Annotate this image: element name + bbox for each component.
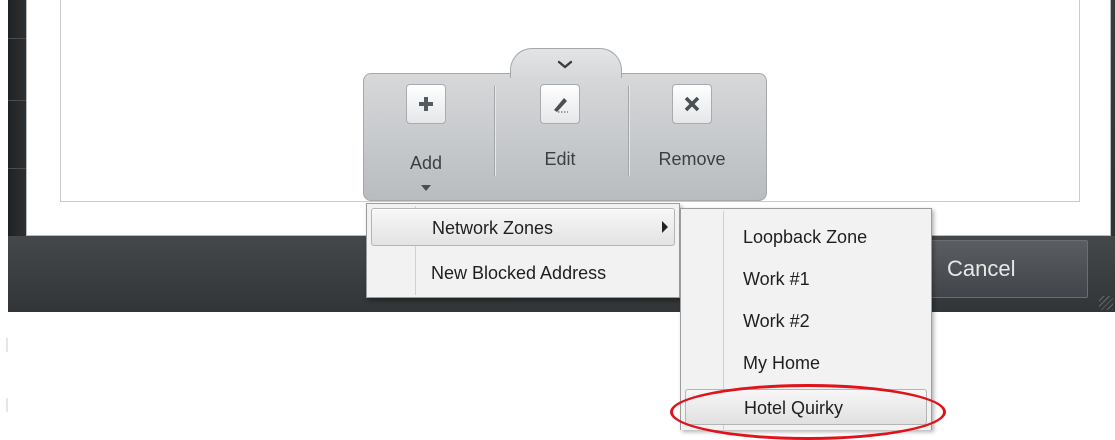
- caret-down-icon: [421, 185, 431, 191]
- collapse-toolbar-tab[interactable]: [510, 48, 622, 78]
- menu-item-network-zones[interactable]: Network Zones: [371, 208, 675, 246]
- toolbar-separator: [494, 86, 495, 176]
- pencil-icon: [540, 84, 580, 124]
- zone-label: Loopback Zone: [743, 227, 868, 247]
- add-label: Add: [409, 153, 443, 173]
- zone-label: My Home: [743, 353, 821, 373]
- menu-item-label: Network Zones: [432, 218, 554, 238]
- zone-item-work-1[interactable]: Work #1: [685, 261, 927, 297]
- zone-label: Work #2: [743, 311, 810, 331]
- resize-grip-icon[interactable]: [1099, 296, 1113, 310]
- annotation-highlight-ellipse: [670, 384, 946, 440]
- add-dropdown-menu: Network Zones New Blocked Address: [366, 203, 680, 298]
- chevron-down-icon: [557, 60, 573, 69]
- edit-button[interactable]: Edit: [510, 84, 610, 194]
- zone-item-loopback-zone[interactable]: Loopback Zone: [685, 219, 927, 255]
- menu-item-new-blocked-address[interactable]: New Blocked Address: [371, 254, 675, 292]
- zone-item-my-home[interactable]: My Home: [685, 345, 927, 381]
- close-x-icon: [672, 84, 712, 124]
- zone-item-work-2[interactable]: Work #2: [685, 303, 927, 339]
- zone-label: Work #1: [743, 269, 810, 289]
- remove-button[interactable]: Remove: [642, 84, 742, 194]
- cancel-button[interactable]: Cancel: [922, 240, 1088, 298]
- add-button[interactable]: Add: [376, 84, 476, 194]
- plus-icon: [406, 84, 446, 124]
- background-mark: [6, 338, 8, 352]
- remove-label: Remove: [658, 149, 726, 169]
- edit-label: Edit: [544, 149, 576, 169]
- menu-item-label: New Blocked Address: [431, 263, 607, 283]
- toolbar-separator: [628, 86, 629, 176]
- submenu-arrow-icon: [662, 221, 668, 233]
- background-mark: [6, 398, 8, 412]
